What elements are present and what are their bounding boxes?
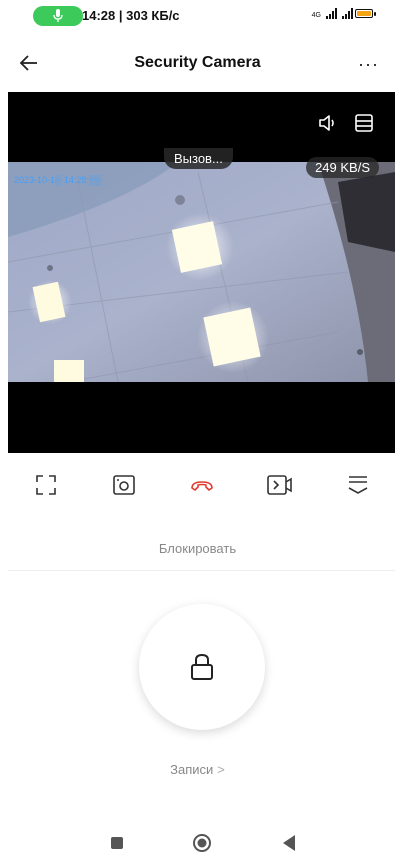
records-label: Записи [170,762,214,777]
app-header: Security Camera ··· [0,36,395,92]
hangup-button[interactable] [187,470,217,500]
mic-icon [53,9,63,22]
mic-indicator[interactable] [33,6,83,26]
network-type: 4G [311,12,321,19]
camera-feed-image [8,162,395,382]
layout-icon[interactable] [353,112,375,134]
battery-icon [355,9,376,18]
signal-icon [326,8,337,19]
home-icon[interactable] [192,833,212,853]
fullscreen-button[interactable] [31,470,61,500]
record-video-icon [267,475,292,495]
fullscreen-icon [36,475,56,495]
unlock-button[interactable] [139,604,265,730]
snapshot-icon [113,475,135,495]
expand-menu-icon [348,476,368,494]
status-time: 14:28 | 303 КБ/с [82,8,180,23]
recents-icon[interactable] [111,837,123,849]
block-label: Блокировать [158,541,237,556]
lock-icon [191,653,213,680]
back-icon[interactable] [282,834,296,852]
divider [8,570,395,571]
system-nav-bar [0,822,395,861]
page-title: Security Camera [134,54,261,71]
signal-group: 4G [312,8,353,19]
camera-video-view[interactable]: Вызов... 249 KB/S 2023-10-1▒ 14:28:▒▒ [8,92,395,453]
status-bar: 14:28 | 303 КБ/с 4G [0,0,395,30]
video-timestamp: 2023-10-1▒ 14:28:▒▒ [14,175,102,185]
record-video-button[interactable] [265,470,295,500]
hangup-icon [191,481,213,491]
call-status-badge: Вызов... [164,148,233,169]
chevron-right-icon: > [217,762,225,777]
expand-menu-button[interactable] [343,470,373,500]
records-link[interactable]: Записи > [0,762,395,777]
signal-icon-2 [342,8,353,19]
speaker-icon[interactable] [317,112,339,134]
more-options-button[interactable]: ··· [358,54,379,75]
data-rate-badge: 249 KB/S [306,157,379,178]
video-controls [0,470,395,510]
snapshot-button[interactable] [109,470,139,500]
